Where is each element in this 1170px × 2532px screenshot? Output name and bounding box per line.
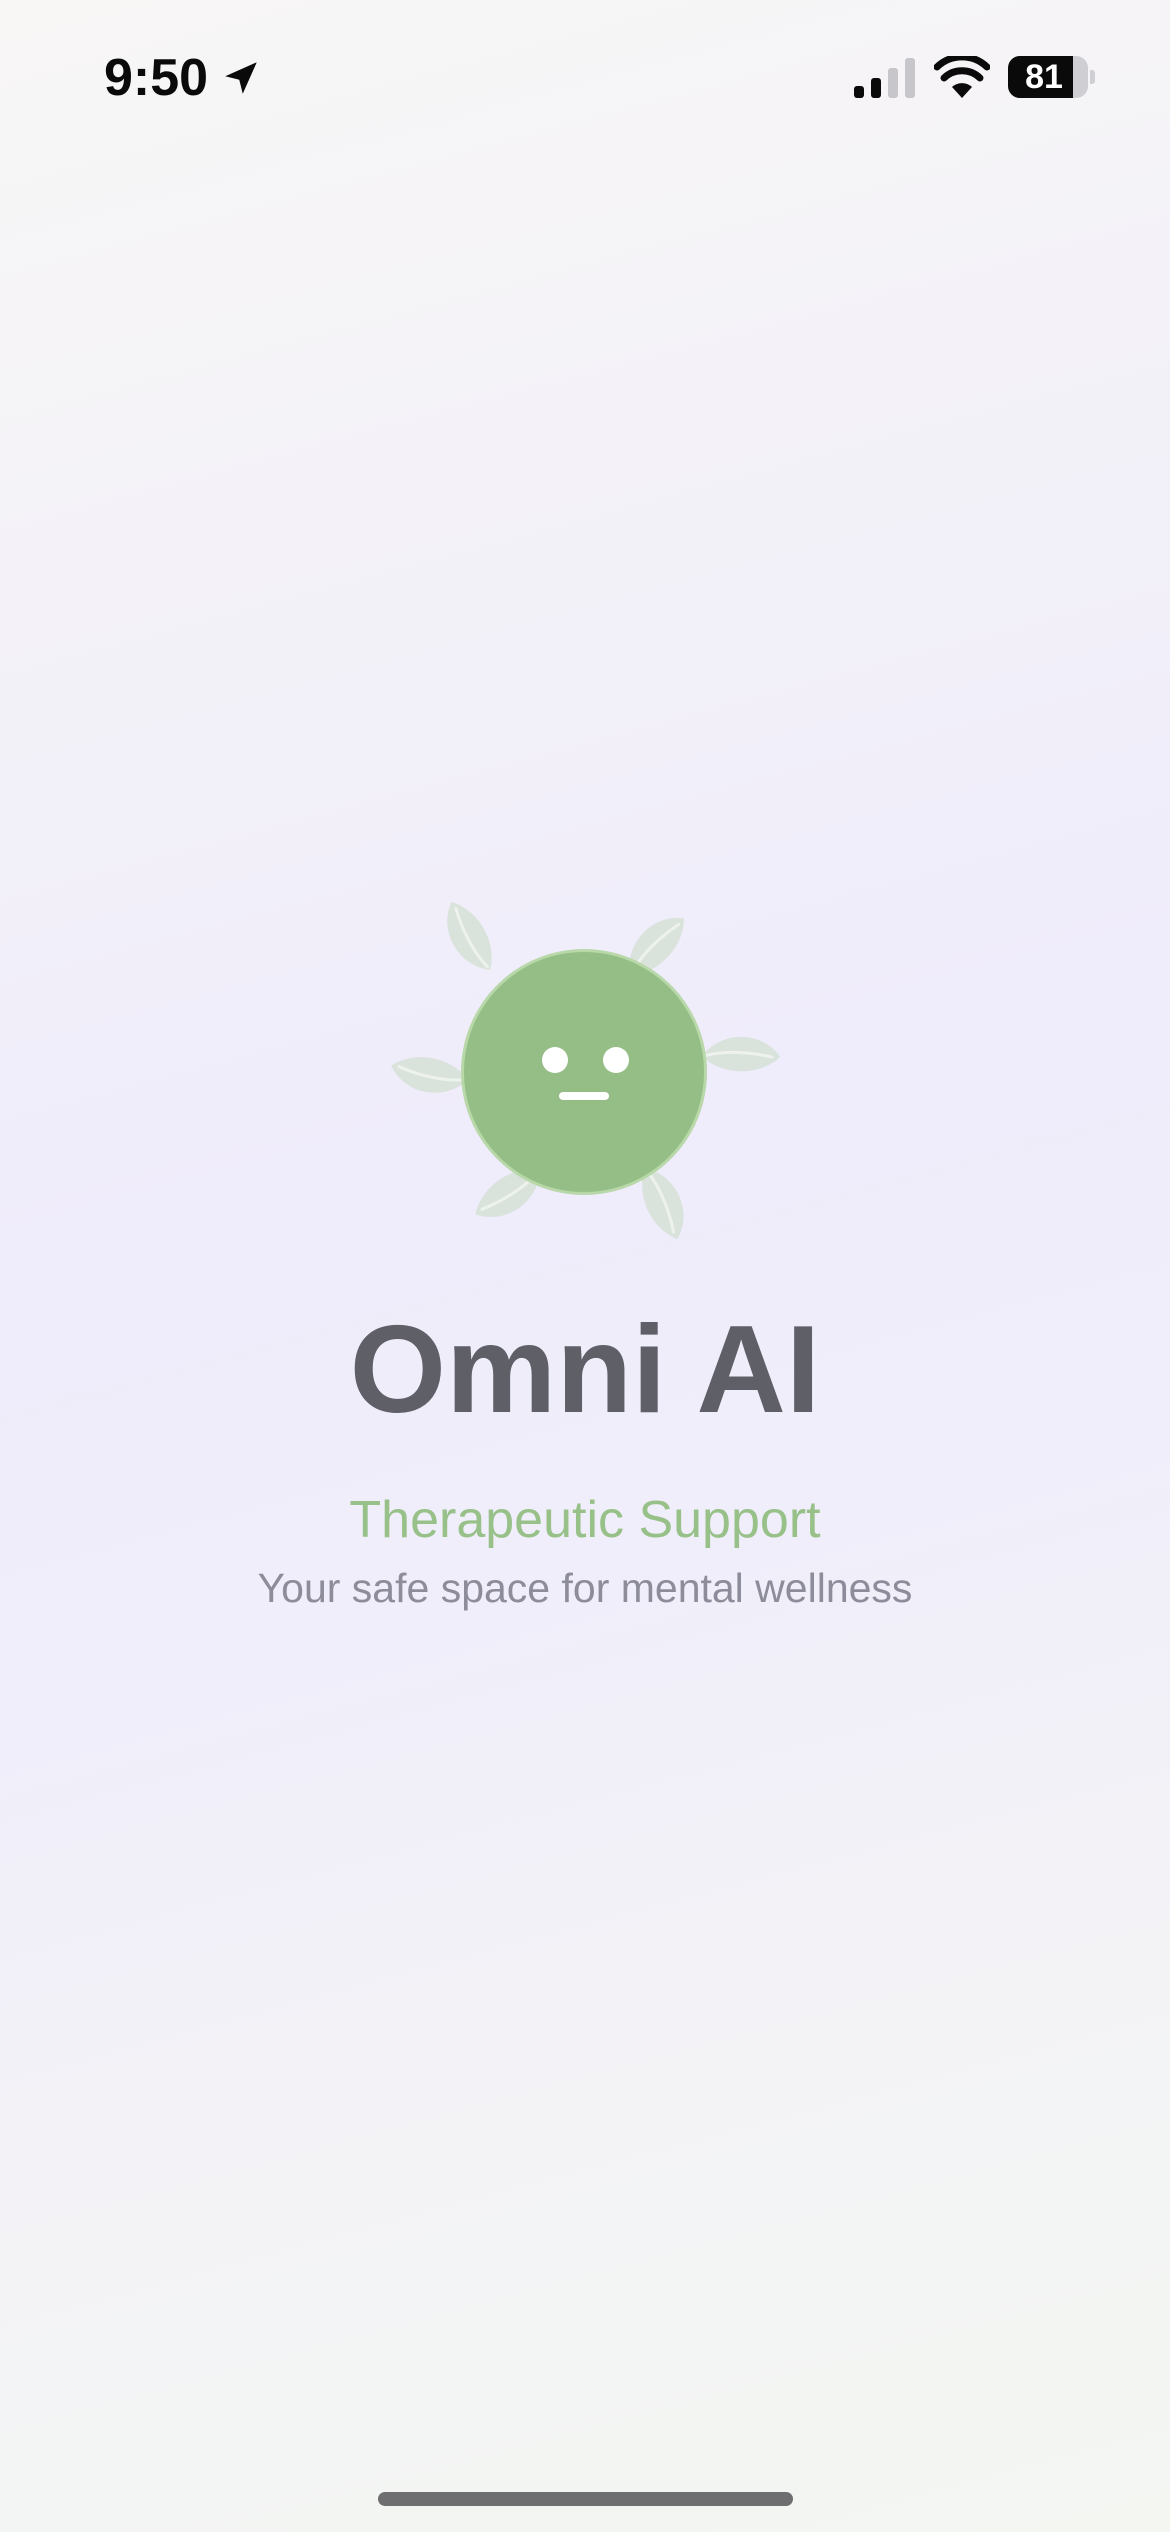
status-time-group: 9:50 — [104, 44, 262, 112]
left-eye — [542, 1047, 568, 1073]
location-arrow-icon — [225, 62, 257, 94]
wifi-icon — [934, 56, 990, 98]
leaf-icon — [435, 892, 503, 982]
battery-body: 81 — [1008, 56, 1088, 98]
leaf-icon — [390, 1046, 473, 1104]
app-logo — [390, 880, 780, 1240]
app-title: Omni AI — [349, 1301, 821, 1439]
status-time: 9:50 — [104, 49, 209, 107]
battery-percentage: 81 — [1025, 58, 1063, 96]
leaf-icon — [699, 1031, 780, 1077]
neutral-face-icon — [464, 952, 704, 1192]
app-subtitle: Your safe space for mental wellness — [257, 1565, 913, 1611]
app-tagline: Therapeutic Support — [349, 1491, 821, 1549]
mouth — [559, 1092, 609, 1100]
home-indicator[interactable] — [378, 2492, 793, 2506]
battery-cap — [1090, 70, 1095, 84]
battery-icon: 81 — [1008, 56, 1095, 98]
status-bar: 9:50 81 — [0, 0, 1170, 150]
right-eye — [603, 1047, 629, 1073]
cellular-signal-icon — [854, 58, 915, 98]
